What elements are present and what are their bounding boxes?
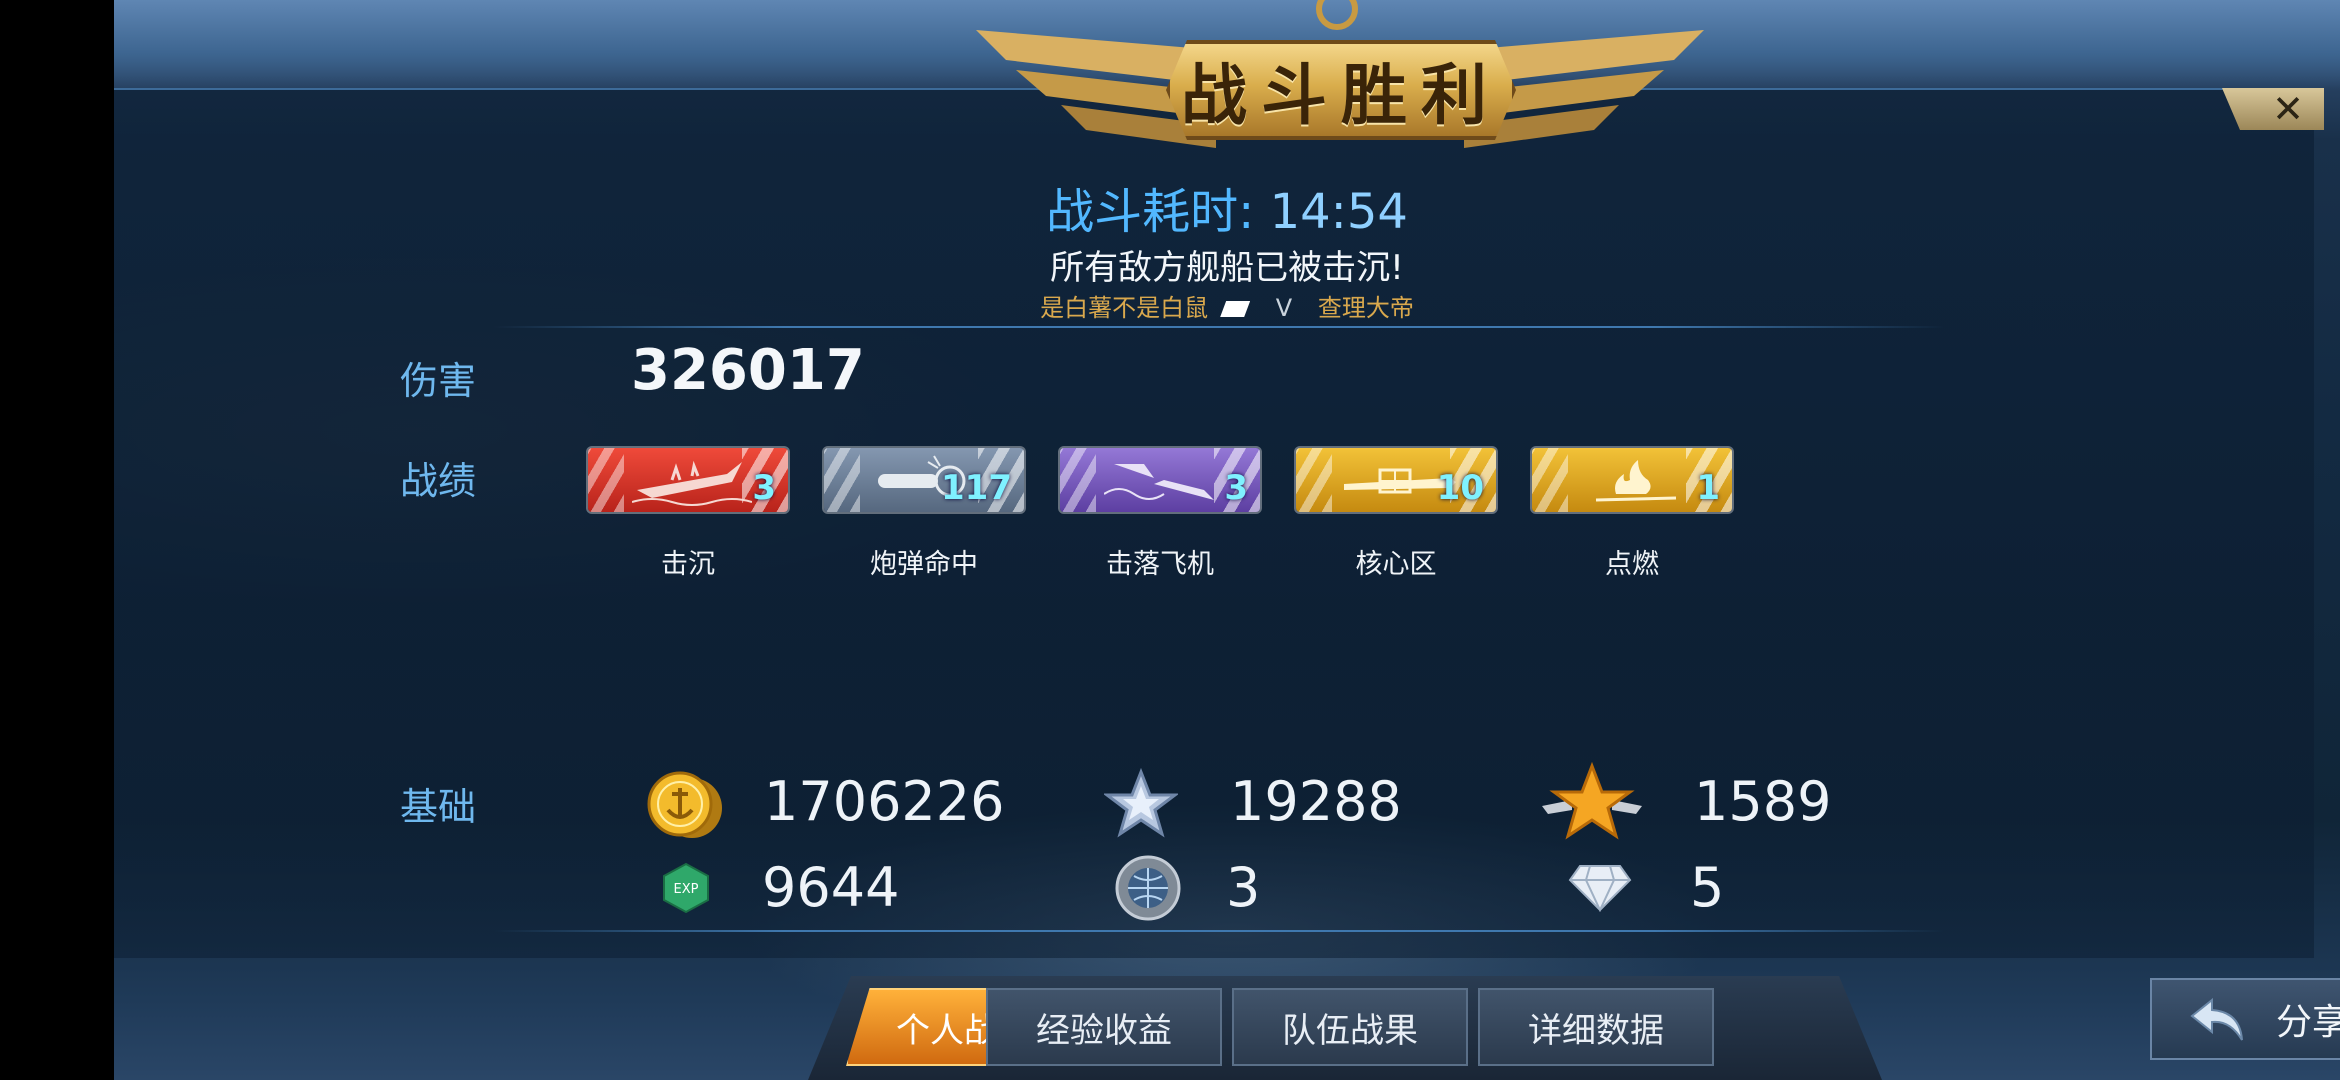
player-right-name: 查理大帝 bbox=[1317, 294, 1414, 322]
medal-label-plane: 击落飞机 bbox=[1106, 549, 1214, 580]
diamond-icon bbox=[1568, 865, 1632, 912]
gold-star-icon bbox=[1542, 762, 1642, 840]
record-label: 战绩 bbox=[400, 459, 477, 503]
medal-ship-sink[interactable]: 3 bbox=[588, 448, 788, 512]
globe-medal-value: 3 bbox=[1226, 856, 1261, 919]
medal-label-sink: 击沉 bbox=[661, 549, 715, 580]
share-label: 分享 bbox=[2275, 1002, 2340, 1043]
battle-result-text: 所有敌方舰船已被击沉! bbox=[1050, 248, 1404, 288]
base-label: 基础 bbox=[400, 785, 477, 829]
exp-icon-text: EXP bbox=[674, 882, 699, 897]
vs-label: V bbox=[1275, 294, 1293, 322]
medal-shell-hit[interactable]: 117 bbox=[824, 448, 1024, 512]
tab-label: 队伍战果 bbox=[1282, 1010, 1418, 1051]
damage-label: 伤害 bbox=[400, 359, 477, 403]
medal-fire[interactable]: 1 bbox=[1532, 448, 1732, 512]
gold-star-value: 1589 bbox=[1694, 770, 1832, 833]
globe-medal-icon bbox=[1115, 855, 1181, 921]
diamond-value: 5 bbox=[1690, 856, 1725, 919]
medal-count: 3 bbox=[752, 468, 776, 508]
fire-icon bbox=[1595, 460, 1677, 502]
close-icon: ✕ bbox=[2272, 87, 2304, 131]
tab-team-results[interactable]: 队伍战果 bbox=[1232, 988, 1468, 1066]
medal-count: 117 bbox=[941, 468, 1012, 508]
players-line: 是白薯不是白鼠 V 查理大帝 bbox=[114, 288, 2340, 323]
duration-label: 战斗耗时: bbox=[1046, 184, 1255, 240]
tab-label: 经验收益 bbox=[1036, 1010, 1172, 1051]
medal-plane-down[interactable]: 3 bbox=[1060, 448, 1260, 512]
damage-value: 326017 bbox=[631, 338, 865, 403]
medal-label-citadel: 核心区 bbox=[1355, 549, 1437, 580]
anchor-icon bbox=[1316, 0, 1358, 30]
battle-duration: 战斗耗时: 14:54 bbox=[114, 172, 2340, 242]
duration-value: 14:54 bbox=[1269, 184, 1408, 240]
gold-value: 1706226 bbox=[764, 770, 1005, 833]
divider bbox=[494, 326, 1944, 328]
ship-sink-icon bbox=[632, 460, 752, 506]
exp-icon: EXP bbox=[663, 862, 709, 914]
medal-label-fire: 点燃 bbox=[1605, 549, 1659, 580]
exp-value: 9644 bbox=[762, 856, 900, 919]
divider bbox=[494, 930, 1944, 932]
tab-label: 详细数据 bbox=[1528, 1010, 1664, 1051]
medal-count: 3 bbox=[1224, 468, 1248, 508]
tab-exp-earnings[interactable]: 经验收益 bbox=[986, 988, 1222, 1066]
medal-count: 1 bbox=[1696, 468, 1720, 508]
battle-result-screen: 战斗胜利 ✕ 战斗耗时: 14:54 所有敌方舰船已被击沉! 是白薯不是白鼠 V… bbox=[114, 0, 2340, 1080]
gold-coin-icon bbox=[647, 771, 722, 838]
player-left-name: 是白薯不是白鼠 bbox=[1040, 294, 1209, 322]
medal-citadel[interactable]: 10 bbox=[1296, 448, 1496, 512]
victory-title: 战斗胜利 bbox=[1166, 40, 1516, 140]
share-arrow-icon bbox=[2190, 997, 2243, 1041]
rank-tag-icon bbox=[1220, 301, 1251, 317]
silver-star-value: 19288 bbox=[1230, 770, 1402, 833]
victory-banner: 战斗胜利 bbox=[976, 0, 1704, 180]
share-button[interactable]: 分享 bbox=[2150, 978, 2340, 1060]
plane-down-icon bbox=[1104, 464, 1214, 500]
medal-count: 10 bbox=[1436, 468, 1484, 508]
medal-label-shell: 炮弹命中 bbox=[870, 549, 978, 580]
tab-detailed-data[interactable]: 详细数据 bbox=[1478, 988, 1714, 1066]
silver-star-icon bbox=[1104, 768, 1178, 838]
